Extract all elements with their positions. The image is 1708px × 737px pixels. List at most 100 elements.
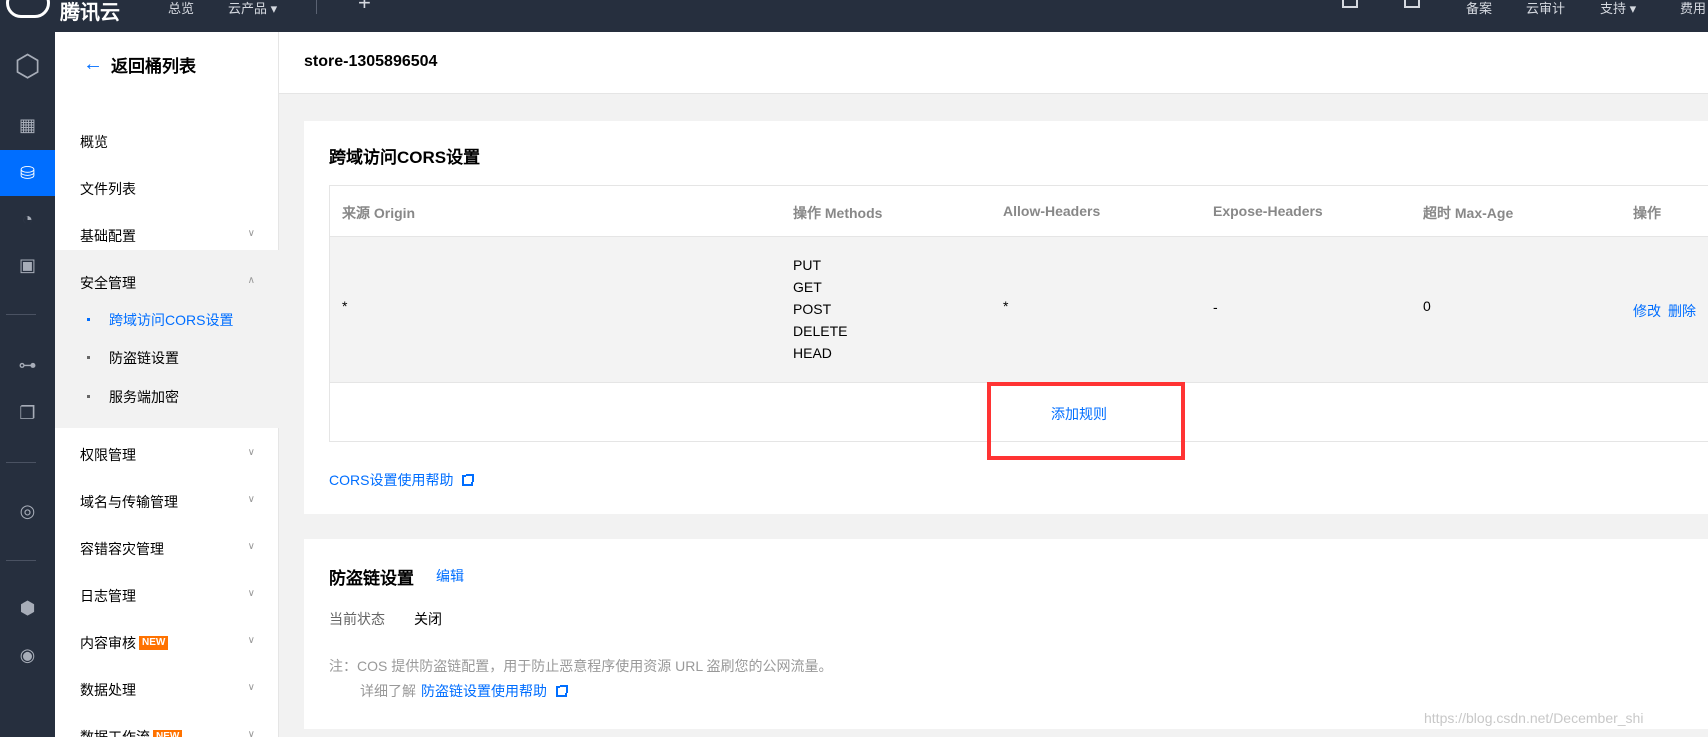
menu-item-label: 数据处理 xyxy=(80,681,136,698)
table-header: 来源 Origin 操作 Methods Allow-Headers Expos… xyxy=(330,186,1708,237)
menu-item-label: 日志管理 xyxy=(80,587,136,604)
cors-title: 跨域访问CORS设置 xyxy=(329,148,481,167)
hotlink-protection-card: 防盗链设置 编辑 当前状态 关闭 注：COS 提供防盗链配置，用于防止恶意程序使… xyxy=(304,539,1708,729)
menu-item-security[interactable]: 安全管理 ∧ xyxy=(55,259,279,306)
menu-item-label: 概览 xyxy=(80,133,108,150)
annotation-highlight-box xyxy=(987,382,1185,460)
cell-origin: * xyxy=(342,298,348,314)
cube-icon[interactable]: ⬡ xyxy=(0,42,55,90)
hotlink-note: 注：COS 提供防盗链配置，用于防止恶意程序使用资源 URL 盗刷您的公网流量。 xyxy=(329,658,833,674)
nav-beian[interactable]: 备案 xyxy=(1466,0,1492,17)
rail-divider xyxy=(6,314,36,315)
column-origin: 来源 Origin xyxy=(342,205,416,221)
menu-item-log-management[interactable]: 日志管理 ∨ xyxy=(55,572,279,619)
submenu-cors-settings[interactable]: 跨域访问CORS设置 xyxy=(55,301,279,339)
workflow-tree-icon[interactable]: ⊶ xyxy=(0,342,55,388)
cell-methods: PUT GET POST DELETE HEAD xyxy=(793,254,847,364)
chevron-up-icon: ∧ xyxy=(247,275,255,286)
status-value: 关闭 xyxy=(414,611,442,627)
chevron-down-icon: ∨ xyxy=(247,635,255,646)
chevron-down-icon: ∨ xyxy=(247,541,255,552)
learn-more-text: 详细了解 xyxy=(360,683,416,699)
back-to-bucket-list[interactable]: ← 返回桶列表 xyxy=(83,52,196,76)
storage-database-icon[interactable]: ⛁ xyxy=(0,150,55,196)
cors-help-link[interactable]: CORS设置使用帮助 xyxy=(329,470,475,490)
submenu-hotlink-protection[interactable]: 防盗链设置 xyxy=(55,339,279,377)
hotlink-help-link[interactable]: 防盗链设置使用帮助 xyxy=(421,681,547,701)
method-value: PUT xyxy=(793,257,821,273)
data-search-icon[interactable]: ◉ xyxy=(0,632,55,678)
column-max-age: 超时 Max-Age xyxy=(1423,205,1514,221)
method-value: HEAD xyxy=(793,345,832,361)
new-badge: NEW xyxy=(153,729,183,737)
nav-support[interactable]: 支持 ▾ xyxy=(1600,0,1636,17)
menu-item-data-processing[interactable]: 数据处理 ∨ xyxy=(55,666,279,713)
top-navigation-bar: 腾讯云 总览 云产品 ▾ + 备案 云审计 支持 ▾ 费用 xyxy=(0,0,1708,32)
menu-item-disaster-recovery[interactable]: 容错容灾管理 ∨ xyxy=(55,525,279,572)
add-shortcut-icon[interactable]: + xyxy=(358,0,371,16)
submenu-server-encryption[interactable]: 服务端加密 xyxy=(55,378,279,416)
rail-divider xyxy=(6,560,36,561)
menu-item-content-review[interactable]: 内容审核 NEW ∨ xyxy=(55,619,279,666)
submenu-label: 跨域访问CORS设置 xyxy=(109,312,234,328)
menu-item-permission[interactable]: 权限管理 ∨ xyxy=(55,431,279,478)
bullet-icon xyxy=(87,395,90,398)
bucket-header: store-1305896504 xyxy=(279,32,1708,94)
watermark-text: https://blog.csdn.net/December_shi xyxy=(1424,710,1644,726)
pie-chart-icon[interactable]: ◔ xyxy=(0,196,55,242)
dashboard-grid-icon[interactable]: ▦ xyxy=(0,102,55,148)
menu-item-overview[interactable]: 概览 xyxy=(55,118,279,165)
product-icon-rail: ⬡ ▦ ⛁ ◔ ▣ ⊶ ❐ ◎ ⬢ ◉ xyxy=(0,32,55,737)
menu-item-label: 基础配置 xyxy=(80,227,136,244)
method-value: GET xyxy=(793,279,822,295)
delete-rule-link[interactable]: 删除 xyxy=(1668,301,1696,321)
tencent-cloud-logo-icon[interactable] xyxy=(6,0,50,18)
nav-products[interactable]: 云产品 ▾ xyxy=(228,0,277,17)
menu-item-label: 容错容灾管理 xyxy=(80,540,164,557)
menu-item-domain-transfer[interactable]: 域名与传输管理 ∨ xyxy=(55,478,279,525)
bucket-sidebar-menu: ← 返回桶列表 概览 文件列表 基础配置 ∨ 安全管理 ∧ 跨域访问CORS设置 防… xyxy=(55,32,279,737)
submenu-label: 服务端加密 xyxy=(109,389,179,405)
chevron-down-icon: ∨ xyxy=(247,494,255,505)
table-row: * PUT GET POST DELETE HEAD * - 0 修改 删除 xyxy=(330,237,1708,383)
nav-cost[interactable]: 费用 xyxy=(1680,0,1706,17)
menu-item-label: 域名与传输管理 xyxy=(80,493,178,510)
chevron-down-icon: ∨ xyxy=(247,729,255,737)
task-checklist-icon[interactable]: ▣ xyxy=(0,242,55,288)
message-icon[interactable] xyxy=(1342,0,1358,8)
bullet-icon xyxy=(87,318,90,321)
nav-audit[interactable]: 云审计 xyxy=(1526,0,1565,17)
bucket-name: store-1305896504 xyxy=(304,53,438,70)
target-settings-icon[interactable]: ◎ xyxy=(0,488,55,534)
learn-more-line: 详细了解 防盗链设置使用帮助 xyxy=(360,681,568,701)
external-link-icon xyxy=(462,473,475,486)
chevron-down-icon: ∨ xyxy=(247,682,255,693)
menu-item-label: 安全管理 xyxy=(80,274,136,291)
external-link-icon xyxy=(556,684,568,697)
hotlink-edit-link[interactable]: 编辑 xyxy=(436,566,464,586)
brand-name[interactable]: 腾讯云 xyxy=(60,0,120,25)
menu-item-label: 文件列表 xyxy=(80,180,136,197)
chevron-down-icon: ∨ xyxy=(247,447,255,458)
hexagon-icon[interactable]: ⬢ xyxy=(0,585,55,631)
back-label: 返回桶列表 xyxy=(111,56,196,76)
copy-document-icon[interactable]: ❐ xyxy=(0,390,55,436)
column-allow-headers: Allow-Headers xyxy=(1003,203,1101,219)
cart-icon[interactable] xyxy=(1404,0,1420,8)
cell-allow-headers: * xyxy=(1003,298,1009,314)
security-management-group: 安全管理 ∧ 跨域访问CORS设置 防盗链设置 服务端加密 xyxy=(55,250,279,428)
menu-item-label: 权限管理 xyxy=(80,446,136,463)
menu-item-file-list[interactable]: 文件列表 xyxy=(55,165,279,212)
hotlink-title: 防盗链设置 xyxy=(329,569,414,588)
nav-overview[interactable]: 总览 xyxy=(168,0,194,17)
menu-item-label: 数据工作流 xyxy=(80,728,150,737)
submenu-label: 防盗链设置 xyxy=(109,350,179,366)
arrow-left-icon: ← xyxy=(83,52,103,75)
cell-expose-headers: - xyxy=(1213,299,1218,315)
column-expose-headers: Expose-Headers xyxy=(1213,203,1323,219)
menu-item-data-workflow[interactable]: 数据工作流 NEW ∨ xyxy=(55,713,279,737)
method-value: DELETE xyxy=(793,323,848,339)
edit-rule-link[interactable]: 修改 xyxy=(1633,301,1661,321)
new-badge: NEW xyxy=(139,635,169,650)
rail-divider xyxy=(6,462,36,463)
